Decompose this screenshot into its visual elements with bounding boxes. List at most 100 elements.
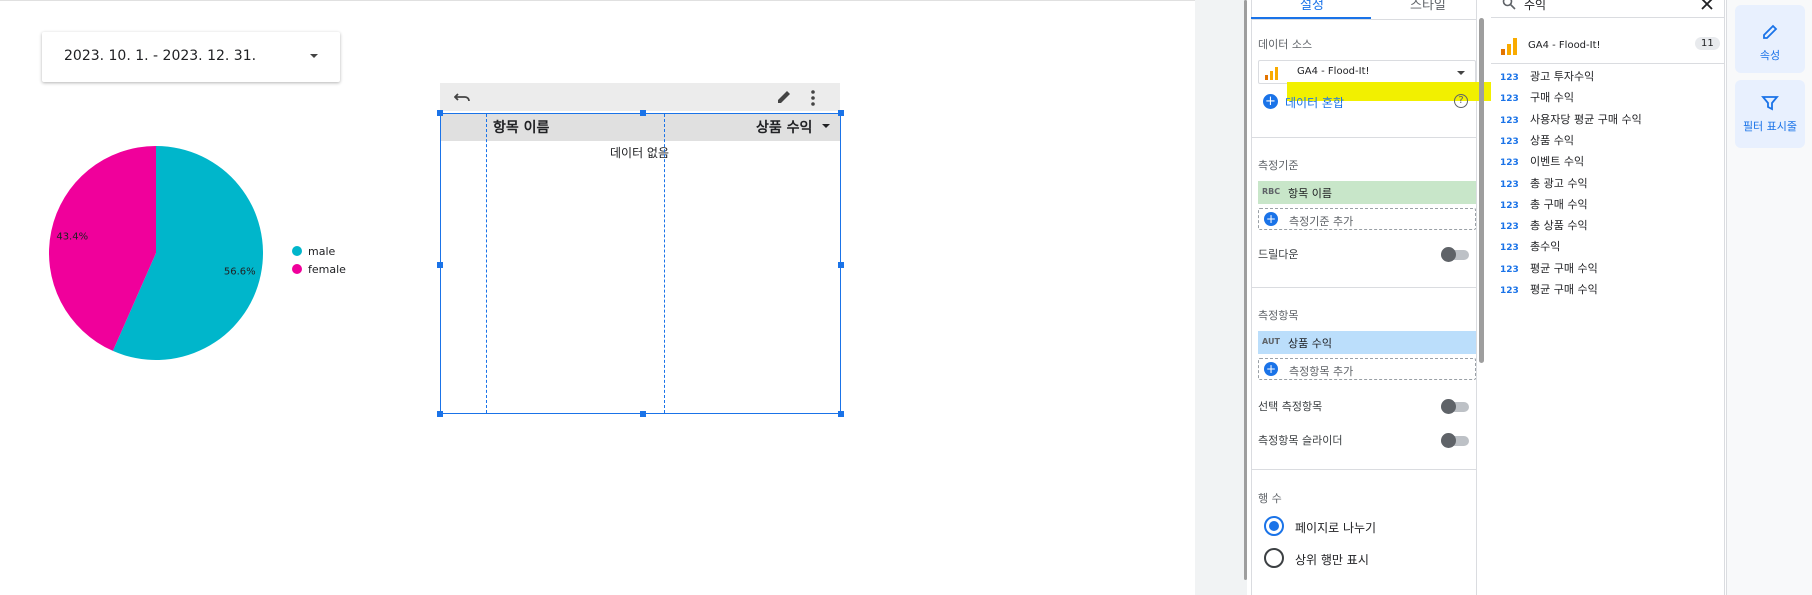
- field-name: 평균 구매 수익: [1530, 261, 1598, 275]
- no-data-message: 데이터 없음: [610, 146, 670, 160]
- paginate-label: 페이지로 나누기: [1295, 521, 1377, 535]
- column-guide: [664, 114, 665, 413]
- resize-handle[interactable]: [437, 110, 443, 116]
- toggle-knob: [1441, 247, 1456, 262]
- edit-pencil-icon[interactable]: [775, 88, 793, 106]
- blend-data-link[interactable]: 데이터 혼합: [1285, 94, 1344, 111]
- add-metric-label: 측정항목 추가: [1289, 365, 1354, 378]
- drilldown-label: 드릴다운: [1258, 248, 1299, 261]
- sort-desc-icon[interactable]: [822, 124, 830, 128]
- field-type-badge: 123: [1500, 94, 1519, 105]
- legend-swatch: [292, 246, 302, 256]
- field-list-item[interactable]: 123 사용자당 평균 구매 수익: [1500, 111, 1642, 127]
- field-name: 총 구매 수익: [1530, 197, 1588, 211]
- toggle-knob: [1441, 433, 1456, 448]
- legend-item-female[interactable]: female: [292, 263, 346, 276]
- field-type-badge: 123: [1500, 115, 1519, 126]
- field-type-badge: 123: [1500, 200, 1519, 211]
- optional-metric-label: 선택 측정항목: [1258, 400, 1323, 413]
- resize-handle[interactable]: [640, 110, 646, 116]
- field-name: 구매 수익: [1530, 91, 1574, 105]
- filter-bar-rail-button[interactable]: 필터 표시줄: [1735, 80, 1805, 148]
- field-name: 평균 구매 수익: [1530, 283, 1598, 296]
- divider: [1491, 17, 1725, 18]
- date-range-control[interactable]: 2023. 10. 1. - 2023. 12. 31.: [42, 32, 340, 82]
- tab-setup[interactable]: 설정: [1300, 0, 1324, 13]
- field-list-item[interactable]: 123 이벤트 수익: [1500, 153, 1584, 169]
- field-type-badge: 123: [1500, 264, 1519, 275]
- field-list-item[interactable]: 123 광고 투자수익: [1500, 68, 1594, 84]
- canvas-scrollbar[interactable]: [1244, 0, 1247, 580]
- help-icon[interactable]: ?: [1454, 94, 1468, 108]
- more-vert-icon[interactable]: [808, 89, 818, 107]
- drilldown-toggle[interactable]: [1441, 247, 1469, 262]
- add-dimension-button[interactable]: + 측정기준 추가: [1258, 208, 1476, 230]
- field-list-item[interactable]: 123 상품 수익: [1500, 132, 1574, 148]
- chevron-down-icon: [310, 54, 318, 58]
- panel-scrollbar[interactable]: [1479, 18, 1484, 363]
- field-source-name: GA4 - Flood-It!: [1528, 40, 1601, 51]
- analytics-icon: [1501, 38, 1517, 55]
- data-source-name: GA4 - Flood-It!: [1297, 66, 1370, 77]
- field-list-item[interactable]: 123 총수익: [1500, 238, 1560, 254]
- undo-icon[interactable]: [454, 89, 472, 105]
- field-name: 광고 투자수익: [1530, 70, 1595, 83]
- divider: [1251, 287, 1477, 288]
- metric-slider-toggle[interactable]: [1441, 433, 1469, 448]
- field-name: 이벤트 수익: [1530, 155, 1585, 169]
- legend-item-male[interactable]: male: [292, 245, 335, 258]
- field-name: 사용자당 평균 구매 수익: [1530, 112, 1642, 126]
- field-list-item[interactable]: 123 평균 구매 수익: [1500, 281, 1598, 297]
- add-circle-icon: +: [1264, 362, 1278, 376]
- resize-handle[interactable]: [838, 411, 844, 417]
- pie-data-label: 43.4%: [56, 231, 88, 242]
- legend-swatch: [292, 264, 302, 274]
- field-list-item[interactable]: 123 총 광고 수익: [1500, 175, 1588, 191]
- close-icon[interactable]: [1700, 0, 1714, 11]
- pie-chart[interactable]: 56.6% 43.4%: [40, 140, 280, 380]
- rows-heading: 행 수: [1258, 492, 1282, 505]
- chevron-down-icon: [1457, 71, 1465, 75]
- field-type-badge: 123: [1500, 286, 1519, 296]
- data-source-select[interactable]: GA4 - Flood-It!: [1258, 60, 1476, 84]
- field-type-badge: 123: [1500, 179, 1519, 190]
- paginate-radio[interactable]: [1264, 516, 1284, 536]
- dimension-heading: 측정기준: [1258, 159, 1299, 172]
- field-list-item[interactable]: 123 평균 구매 수익: [1500, 260, 1598, 276]
- resize-handle[interactable]: [838, 262, 844, 268]
- field-type-badge: AUT: [1262, 337, 1280, 346]
- dimension-chip[interactable]: RBC 항목 이름: [1258, 181, 1476, 204]
- resize-handle[interactable]: [838, 110, 844, 116]
- resize-handle[interactable]: [437, 411, 443, 417]
- field-type-badge: 123: [1500, 136, 1519, 147]
- optional-metric-toggle[interactable]: [1441, 399, 1469, 414]
- divider: [1251, 137, 1477, 138]
- tab-style[interactable]: 스타일: [1410, 0, 1446, 13]
- resize-handle[interactable]: [437, 262, 443, 268]
- field-search-input[interactable]: 수익: [1524, 0, 1546, 13]
- top-rows-radio[interactable]: [1264, 548, 1284, 568]
- field-name: 총 광고 수익: [1530, 176, 1588, 190]
- add-circle-icon: +: [1264, 212, 1278, 226]
- field-type-badge: 123: [1500, 158, 1519, 169]
- add-dimension-label: 측정기준 추가: [1289, 215, 1354, 228]
- add-metric-button[interactable]: + 측정항목 추가: [1258, 358, 1476, 380]
- legend-label: female: [308, 263, 346, 276]
- metric-heading: 측정항목: [1258, 309, 1299, 322]
- pie-data-label: 56.6%: [224, 267, 256, 278]
- metric-name: 상품 수익: [1288, 337, 1332, 350]
- metric-slider-label: 측정항목 슬라이더: [1258, 434, 1343, 447]
- resize-handle[interactable]: [640, 411, 646, 417]
- add-circle-icon[interactable]: +: [1263, 94, 1278, 109]
- field-list-item[interactable]: 123 총 구매 수익: [1500, 196, 1588, 212]
- field-list-item[interactable]: 123 총 상품 수익: [1500, 217, 1588, 233]
- field-list-item[interactable]: 123 구매 수익: [1500, 89, 1574, 105]
- data-source-heading: 데이터 소스: [1258, 38, 1313, 51]
- column-header-metric[interactable]: 상품 수익: [756, 117, 812, 137]
- field-count-badge: 11: [1695, 37, 1720, 50]
- metric-chip[interactable]: AUT 상품 수익: [1258, 331, 1476, 354]
- legend-label: male: [308, 245, 336, 258]
- properties-rail-label: 속성: [1759, 49, 1781, 62]
- properties-rail-button[interactable]: 속성: [1735, 5, 1805, 73]
- column-header-dimension[interactable]: 항목 이름: [493, 117, 549, 137]
